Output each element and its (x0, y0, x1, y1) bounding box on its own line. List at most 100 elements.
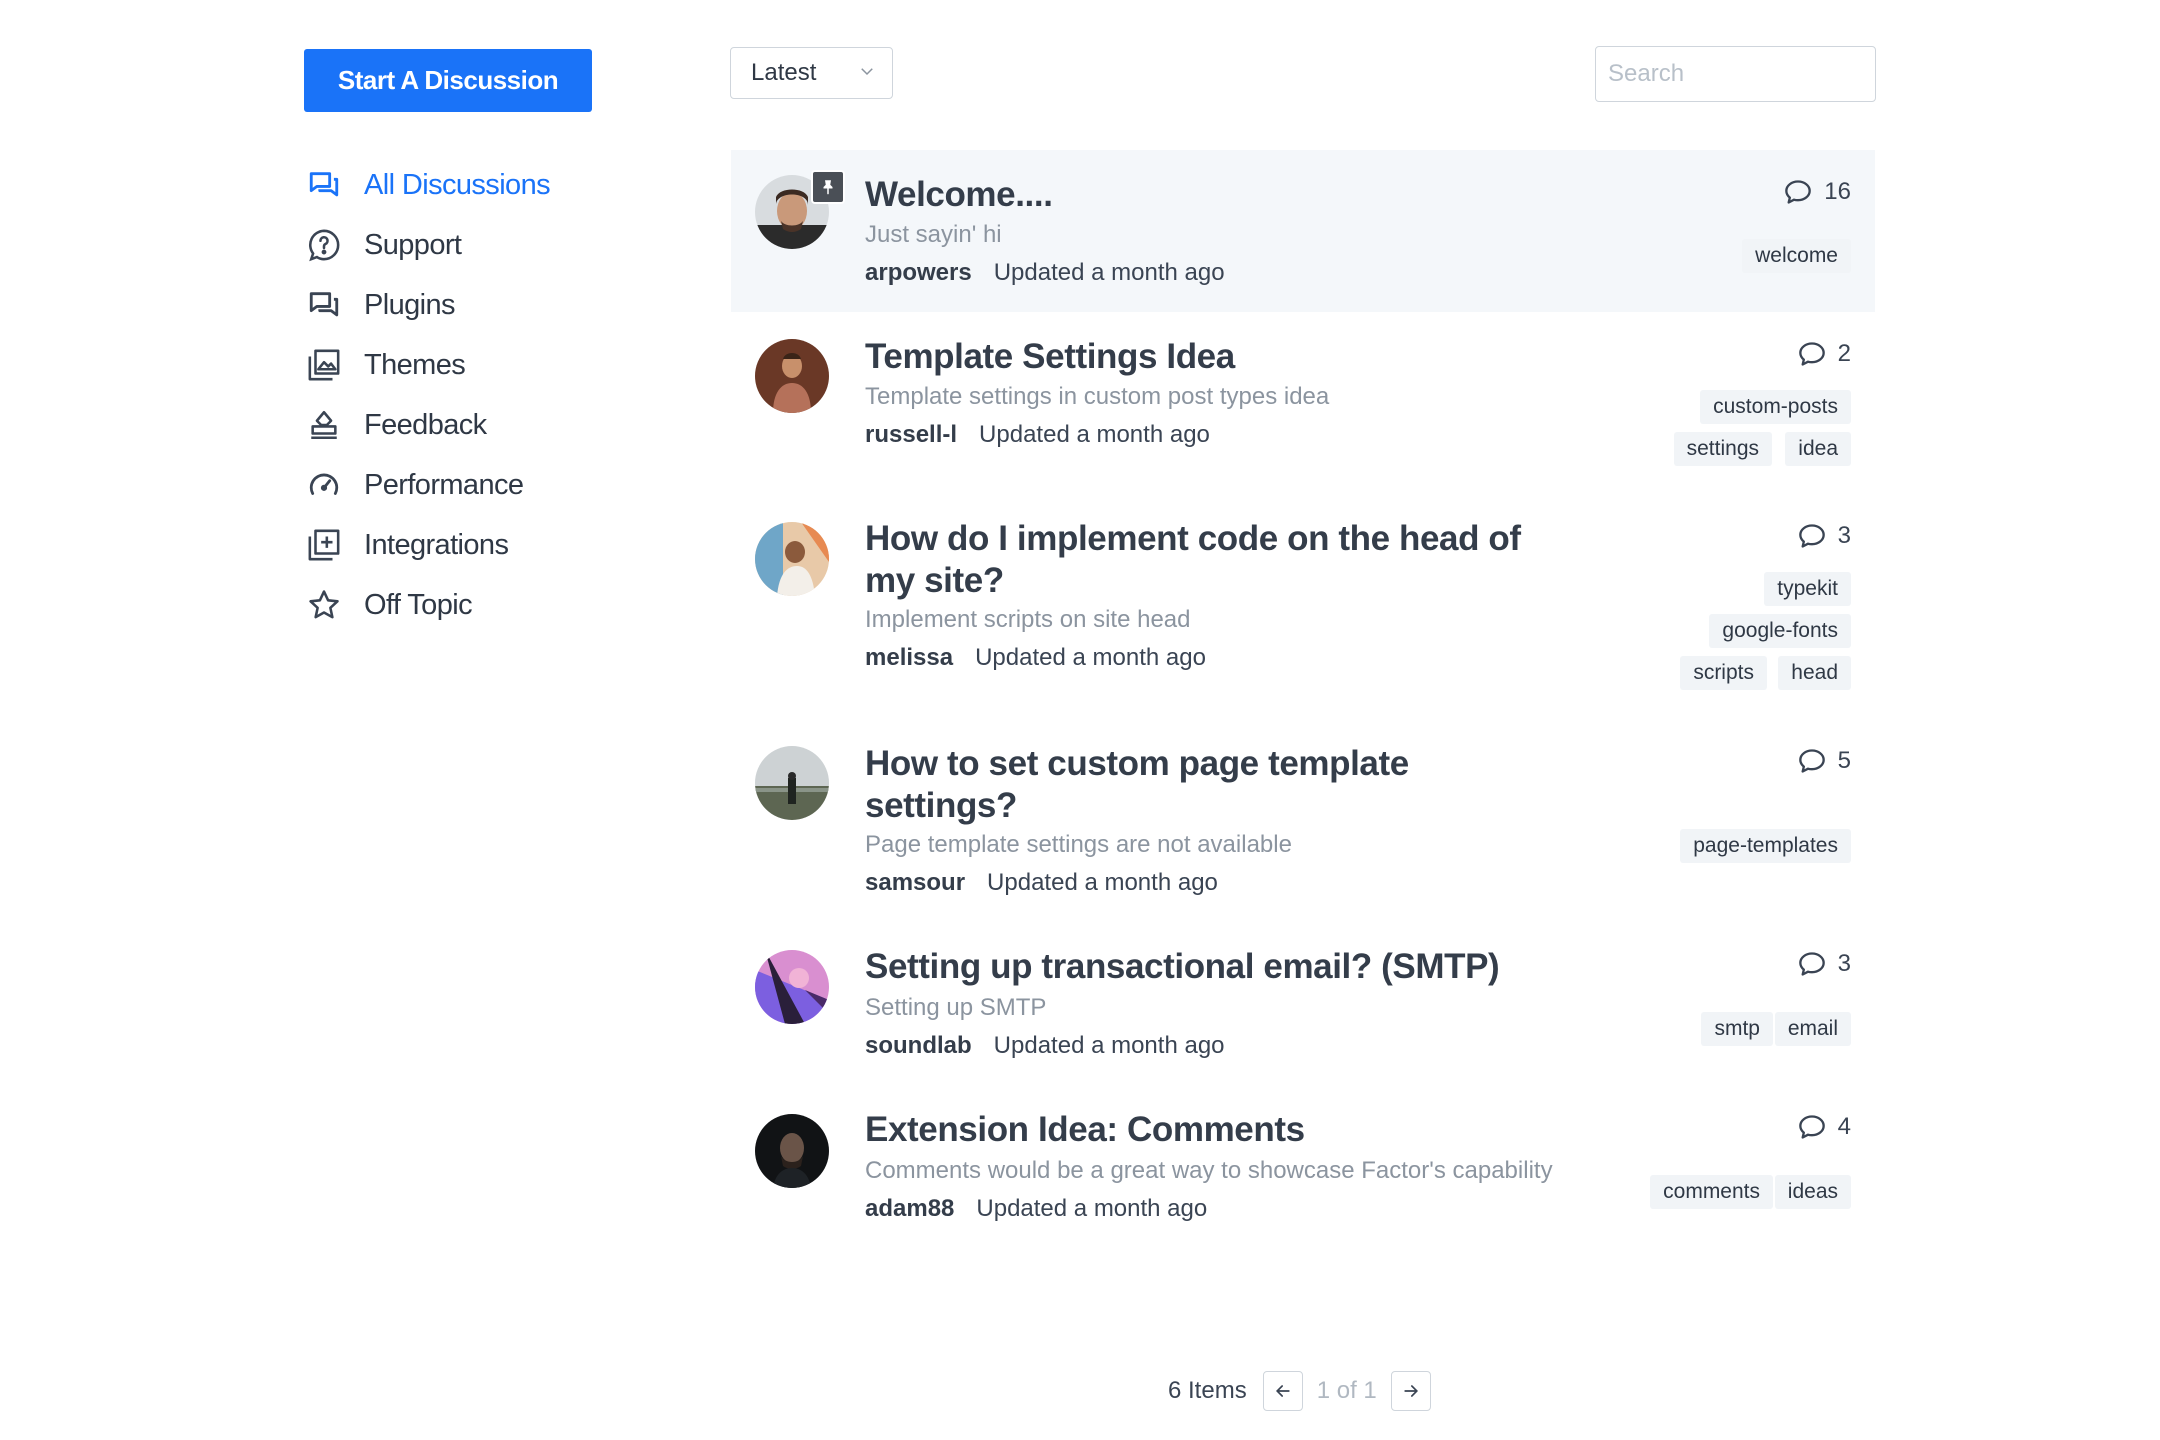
sidebar-item-plugins[interactable]: Plugins (306, 275, 726, 335)
discussion-item[interactable]: Template Settings Idea Template settings… (731, 312, 1875, 482)
question-circle-icon (306, 227, 342, 263)
comment-icon (1798, 749, 1825, 773)
tag[interactable]: scripts (1680, 656, 1767, 690)
reply-count: 3 (1798, 950, 1851, 978)
gauge-icon (306, 467, 342, 503)
discussion-item[interactable]: How to set custom page template settings… (731, 707, 1875, 912)
reply-count: 5 (1798, 747, 1851, 775)
avatar (755, 746, 829, 820)
discussion-item[interactable]: Extension Idea: Comments Comments would … (731, 1075, 1875, 1240)
discussion-meta: soundlab Updated a month ago (865, 1032, 1225, 1060)
reply-count: 16 (1784, 178, 1851, 206)
chat-bubbles-icon (306, 287, 342, 323)
updated-time: Updated a month ago (993, 259, 1225, 286)
tag[interactable]: email (1774, 1012, 1851, 1046)
sidebar-item-label: Off Topic (364, 588, 473, 621)
discussion-meta: melissa Updated a month ago (865, 644, 1206, 672)
add-square-icon (306, 527, 342, 563)
comment-icon (1798, 524, 1825, 548)
discussions-icon (306, 167, 342, 203)
sidebar-item-label: Themes (364, 348, 466, 381)
star-icon (306, 587, 342, 623)
sort-value: Latest (751, 59, 817, 86)
sidebar-item-all-discussions[interactable]: All Discussions (306, 155, 726, 215)
image-gallery-icon (306, 347, 342, 383)
tag[interactable]: ideas (1774, 1175, 1851, 1209)
discussion-title[interactable]: Welcome.... (865, 174, 1565, 216)
tag[interactable]: head (1778, 656, 1851, 690)
sidebar-item-label: Plugins (364, 288, 456, 321)
sidebar-item-themes[interactable]: Themes (306, 335, 726, 395)
discussion-subtitle: Implement scripts on site head (865, 606, 1191, 633)
discussion-meta: arpowers Updated a month ago (865, 259, 1225, 287)
discussion-meta: russell-l Updated a month ago (865, 421, 1210, 449)
avatar (755, 1114, 829, 1188)
sidebar-item-feedback[interactable]: Feedback (306, 395, 726, 455)
prev-page-button[interactable] (1262, 1371, 1303, 1411)
author-name[interactable]: russell-l (865, 421, 957, 448)
discussion-subtitle: Setting up SMTP (865, 994, 1047, 1021)
updated-time: Updated a month ago (979, 421, 1210, 448)
reply-count-value: 3 (1837, 522, 1851, 549)
tag[interactable]: idea (1785, 432, 1851, 466)
sidebar-item-label: Integrations (364, 528, 509, 561)
tag[interactable]: custom-posts (1700, 390, 1851, 424)
stamp-icon (306, 407, 342, 443)
updated-time: Updated a month ago (976, 1195, 1208, 1222)
author-name[interactable]: samsour (865, 869, 965, 896)
sidebar-item-label: Support (364, 228, 462, 261)
avatar (755, 950, 829, 1024)
pagination: 6 Items 1 of 1 (1168, 1371, 1431, 1411)
author-name[interactable]: melissa (865, 644, 953, 671)
sidebar-item-off-topic[interactable]: Off Topic (306, 575, 726, 635)
comment-icon (1798, 342, 1825, 366)
discussion-item[interactable]: How do I implement code on the head of m… (731, 482, 1875, 707)
sort-select[interactable]: Latest (730, 47, 893, 99)
sidebar-item-integrations[interactable]: Integrations (306, 515, 726, 575)
discussion-meta: adam88 Updated a month ago (865, 1195, 1207, 1223)
updated-time: Updated a month ago (987, 869, 1218, 896)
reply-count: 4 (1798, 1113, 1851, 1141)
reply-count: 3 (1798, 522, 1851, 550)
reply-count-value: 16 (1824, 178, 1851, 205)
page-indicator: 1 of 1 (1316, 1377, 1377, 1404)
tag[interactable]: welcome (1742, 239, 1851, 273)
tag[interactable]: smtp (1701, 1012, 1773, 1046)
sidebar-item-label: Performance (364, 468, 524, 501)
sidebar-item-support[interactable]: Support (306, 215, 726, 275)
discussion-title[interactable]: How do I implement code on the head of m… (865, 518, 1565, 602)
comment-icon (1798, 1115, 1825, 1139)
updated-time: Updated a month ago (993, 1032, 1225, 1059)
comment-icon (1798, 952, 1825, 976)
comment-icon (1785, 180, 1812, 204)
discussion-item[interactable]: Setting up transactional email? (SMTP) S… (731, 912, 1875, 1075)
author-name[interactable]: soundlab (865, 1032, 972, 1059)
discussion-title[interactable]: Setting up transactional email? (SMTP) (865, 946, 1565, 988)
reply-count: 2 (1798, 340, 1851, 368)
tag[interactable]: google-fonts (1709, 614, 1851, 648)
discussion-meta: samsour Updated a month ago (865, 869, 1218, 897)
sidebar-item-label: Feedback (364, 408, 487, 441)
tag[interactable]: settings (1673, 432, 1772, 466)
start-discussion-button[interactable]: Start A Discussion (304, 49, 592, 112)
discussion-item[interactable]: Welcome.... Just sayin' hi arpowers Updat… (731, 150, 1875, 312)
items-count: 6 Items (1168, 1377, 1247, 1404)
tag[interactable]: page-templates (1680, 829, 1851, 863)
reply-count-value: 2 (1837, 340, 1851, 367)
author-name[interactable]: adam88 (865, 1195, 954, 1222)
sidebar-item-performance[interactable]: Performance (306, 455, 726, 515)
reply-count-value: 4 (1837, 1113, 1851, 1140)
discussion-subtitle: Page template settings are not available (865, 831, 1292, 858)
tag[interactable]: comments (1650, 1175, 1773, 1209)
next-page-button[interactable] (1390, 1371, 1431, 1411)
discussion-title[interactable]: Template Settings Idea (865, 336, 1565, 378)
arrow-left-icon (1275, 1385, 1290, 1397)
tag[interactable]: typekit (1764, 572, 1851, 606)
discussion-subtitle: Template settings in custom post types i… (865, 383, 1330, 410)
discussion-subtitle: Comments would be a great way to showcas… (865, 1157, 1553, 1184)
discussion-title[interactable]: How to set custom page template settings… (865, 743, 1565, 827)
reply-count-value: 5 (1837, 747, 1851, 774)
discussion-title[interactable]: Extension Idea: Comments (865, 1109, 1565, 1151)
author-name[interactable]: arpowers (865, 259, 972, 286)
search-input[interactable] (1595, 46, 1876, 102)
